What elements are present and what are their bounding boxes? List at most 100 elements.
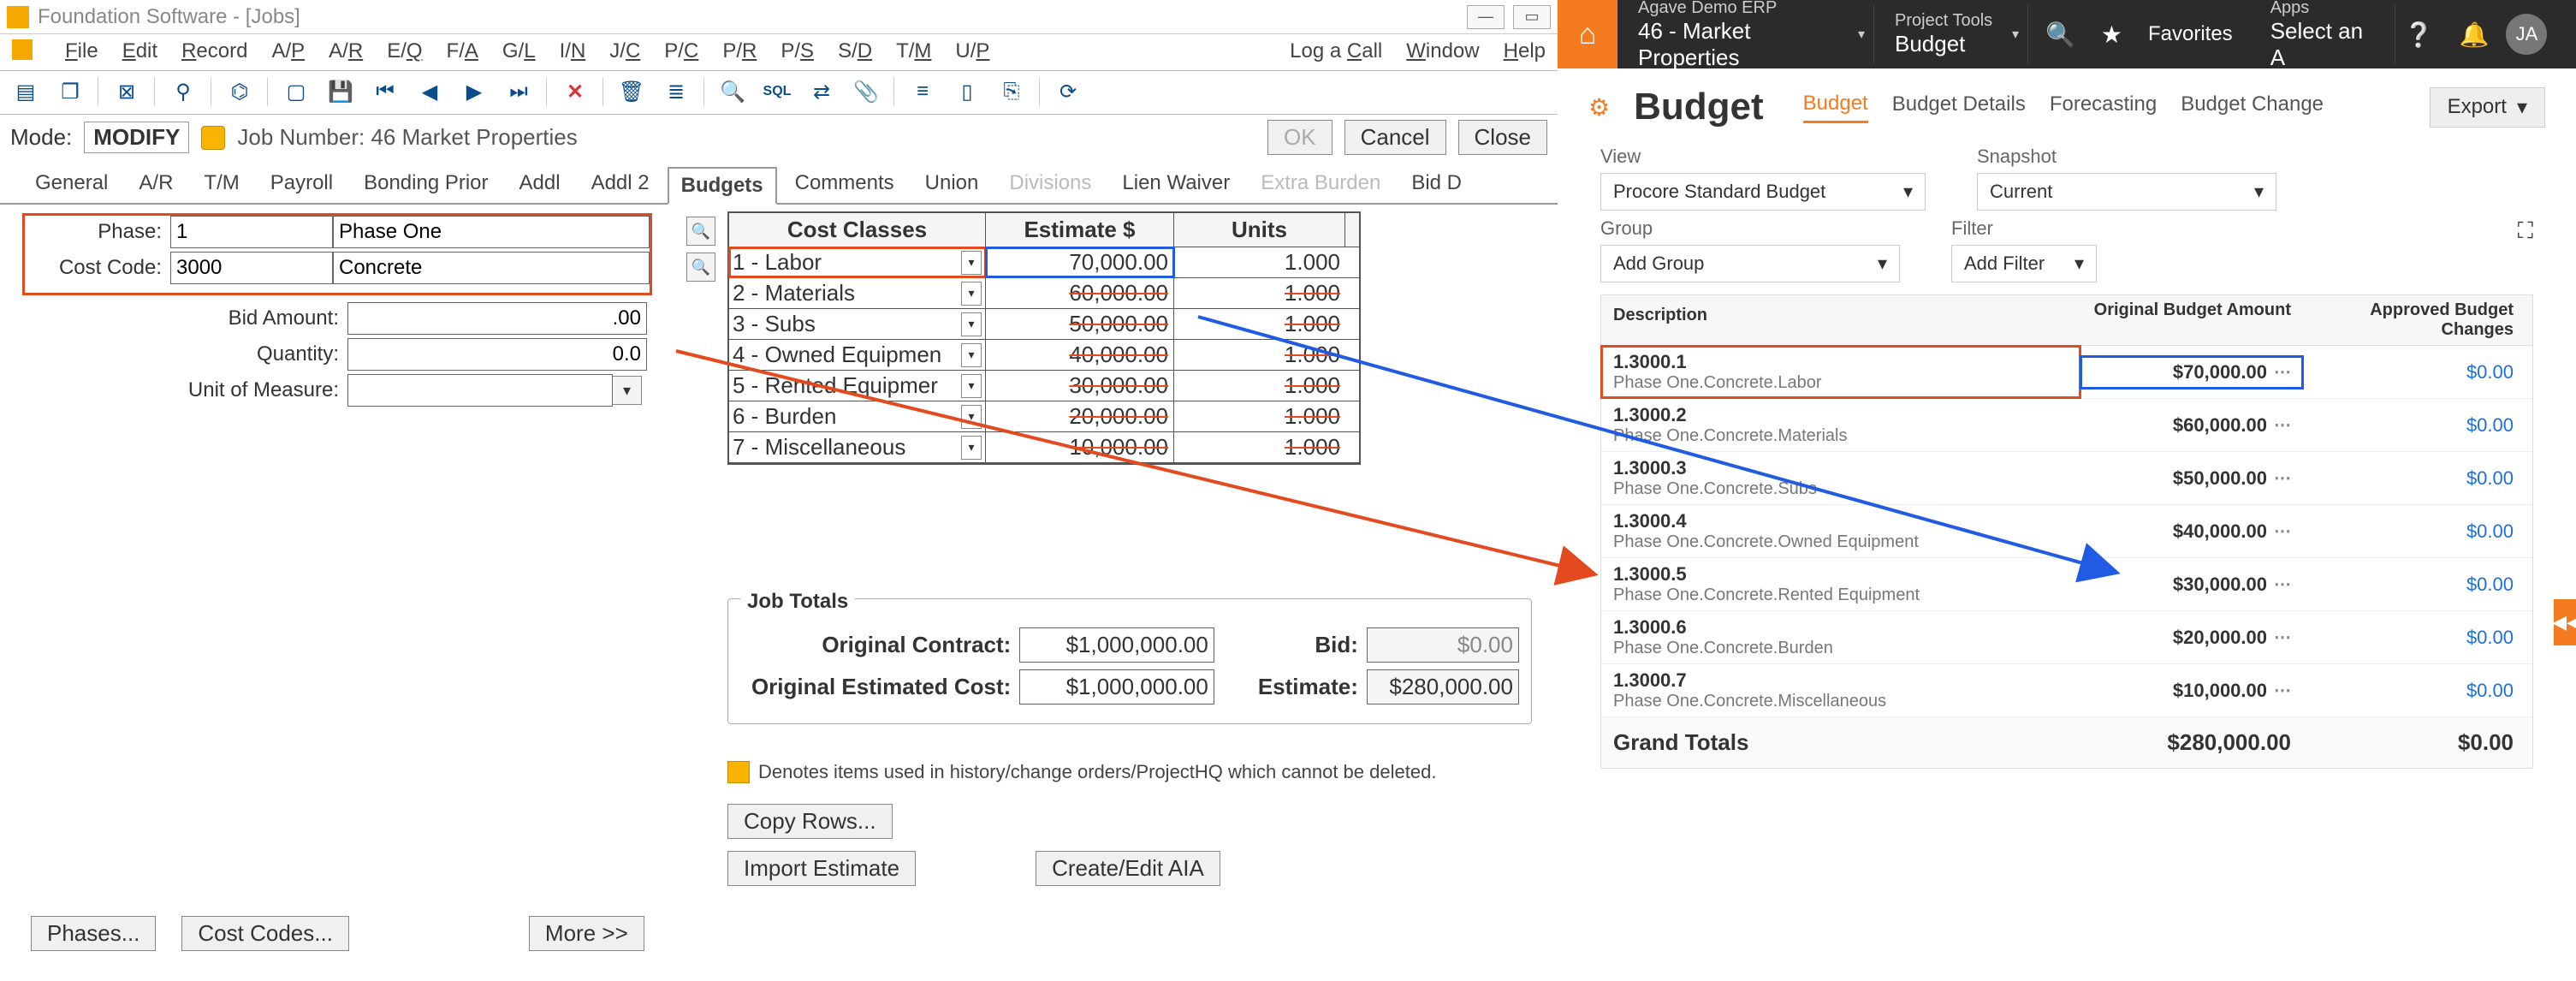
menu-pc[interactable]: P/C xyxy=(664,39,698,63)
budget-change-link[interactable]: $0.00 xyxy=(2466,467,2514,489)
dropdown-icon[interactable]: ▾ xyxy=(961,436,982,460)
cost-class-cell[interactable]: 3 - Subs▾ xyxy=(729,309,986,339)
job-tab-a-r[interactable]: A/R xyxy=(126,165,186,203)
units-cell[interactable]: 1.000 xyxy=(1174,432,1345,462)
units-cell[interactable]: 1.000 xyxy=(1174,340,1345,370)
tree-icon[interactable]: ⌬ xyxy=(223,74,257,109)
job-tab-extra-burden[interactable]: Extra Burden xyxy=(1248,165,1393,203)
find-icon[interactable]: 🔍 xyxy=(715,74,750,109)
estimate-cell[interactable]: 50,000.00 xyxy=(986,309,1174,339)
dropdown-icon[interactable]: ▾ xyxy=(961,251,982,275)
cost-class-cell[interactable]: 1 - Labor▾ xyxy=(729,247,986,277)
book-icon[interactable]: ▤ xyxy=(9,74,43,109)
budget-desc-cell[interactable]: 1.3000.1Phase One.Concrete.Labor xyxy=(1601,346,2080,398)
dropdown-icon[interactable]: ▾ xyxy=(961,405,982,429)
tool-selector[interactable]: Project Tools Budget ▾ xyxy=(1874,5,2028,63)
snapshot-select[interactable]: Current▾ xyxy=(1977,173,2276,211)
create-aia-button[interactable]: Create/Edit AIA xyxy=(1036,851,1220,886)
cost-class-cell[interactable]: 6 - Burden▾ xyxy=(729,401,986,431)
gear-icon[interactable]: ⚙ xyxy=(1588,93,1610,122)
menu-up[interactable]: U/P xyxy=(955,39,989,63)
job-tab-bonding-prior[interactable]: Bonding Prior xyxy=(351,165,501,203)
budget-change-link[interactable]: $0.00 xyxy=(2466,574,2514,595)
costcodes-button[interactable]: Cost Codes... xyxy=(181,916,349,951)
expand-icon[interactable]: ⛶ xyxy=(2518,217,2533,282)
save-icon[interactable]: 💾 xyxy=(323,74,358,109)
menu-tm[interactable]: T/M xyxy=(896,39,931,63)
job-tab-general[interactable]: General xyxy=(22,165,121,203)
list-icon[interactable]: ≣ xyxy=(659,74,693,109)
budget-desc-cell[interactable]: 1.3000.3Phase One.Concrete.Subs xyxy=(1601,452,2080,504)
page-icon[interactable]: ▯ xyxy=(950,74,984,109)
filter-select[interactable]: Add Filter▾ xyxy=(1951,245,2097,282)
first-icon[interactable]: ⏮ xyxy=(368,74,402,109)
budget-amount-cell[interactable]: $30,000.00⋯ xyxy=(2080,568,2303,601)
costname-input[interactable] xyxy=(333,252,650,284)
menu-ap[interactable]: A/P xyxy=(271,39,305,63)
lock-icon[interactable] xyxy=(201,126,225,150)
row-menu-icon[interactable]: ⋯ xyxy=(2274,680,2291,701)
budget-change-link[interactable]: $0.00 xyxy=(2466,414,2514,436)
budget-desc-cell[interactable]: 1.3000.7Phase One.Concrete.Miscellaneous xyxy=(1601,664,2080,716)
job-tab-union[interactable]: Union xyxy=(912,165,992,203)
menu-help[interactable]: Help xyxy=(1504,39,1546,63)
favorites-label[interactable]: Favorites xyxy=(2148,22,2233,46)
help-icon[interactable]: ❔ xyxy=(2404,21,2434,49)
tab-forecasting[interactable]: Forecasting xyxy=(2050,92,2157,122)
bullets-icon[interactable]: ≡ xyxy=(905,74,940,109)
tab-budget[interactable]: Budget xyxy=(1803,92,1868,123)
job-tab-t-m[interactable]: T/M xyxy=(191,165,252,203)
tab-budget-details[interactable]: Budget Details xyxy=(1892,92,2026,122)
budget-amount-cell[interactable]: $10,000.00⋯ xyxy=(2080,675,2303,707)
project-selector[interactable]: Agave Demo ERP 46 - Market Properties ▾ xyxy=(1617,5,1874,63)
row-menu-icon[interactable]: ⋯ xyxy=(2274,574,2291,595)
apps-selector[interactable]: Apps Select an A xyxy=(2250,5,2395,63)
tab-budget-change[interactable]: Budget Change xyxy=(2181,92,2324,122)
cost-row[interactable]: 1 - Labor▾70,000.001.000 xyxy=(729,247,1359,278)
uom-dropdown[interactable]: ▾ xyxy=(613,376,642,405)
refresh-icon[interactable]: ⟳ xyxy=(1051,74,1085,109)
last-icon[interactable]: ⏭ xyxy=(502,74,536,109)
menu-gl[interactable]: G/L xyxy=(502,39,536,63)
job-tab-divisions[interactable]: Divisions xyxy=(996,165,1104,203)
cost-class-cell[interactable]: 7 - Miscellaneous▾ xyxy=(729,432,986,462)
sql-icon[interactable]: SQL xyxy=(760,74,794,109)
estimate-cell[interactable]: 40,000.00 xyxy=(986,340,1174,370)
side-drawer-tab[interactable]: ◀◀ xyxy=(2554,599,2576,645)
units-cell[interactable]: 1.000 xyxy=(1174,371,1345,401)
cost-row[interactable]: 2 - Materials▾60,000.001.000 xyxy=(729,278,1359,309)
costcode-input[interactable] xyxy=(170,252,333,284)
units-cell[interactable]: 1.000 xyxy=(1174,278,1345,308)
cancel-button[interactable]: Cancel xyxy=(1344,120,1446,155)
cost-row[interactable]: 5 - Rented Equipmer▾30,000.001.000 xyxy=(729,371,1359,401)
row-menu-icon[interactable]: ⋯ xyxy=(2274,520,2291,542)
dropdown-icon[interactable]: ▾ xyxy=(961,374,982,398)
menu-jc[interactable]: J/C xyxy=(609,39,640,63)
new-icon[interactable]: ▢ xyxy=(279,74,313,109)
menu-eq[interactable]: E/Q xyxy=(387,39,422,63)
delete-icon[interactable]: ✕ xyxy=(558,74,592,109)
budget-desc-cell[interactable]: 1.3000.4Phase One.Concrete.Owned Equipme… xyxy=(1601,505,2080,557)
cost-class-cell[interactable]: 5 - Rented Equipmer▾ xyxy=(729,371,986,401)
bell-icon[interactable]: 🔔 xyxy=(2460,21,2490,49)
close-button[interactable]: Close xyxy=(1458,120,1547,155)
menu-logacall[interactable]: Log a Call xyxy=(1290,39,1382,63)
estimate-cell[interactable]: 10,000.00 xyxy=(986,432,1174,462)
budget-change-link[interactable]: $0.00 xyxy=(2466,361,2514,383)
cost-class-cell[interactable]: 4 - Owned Equipmen▾ xyxy=(729,340,986,370)
next-icon[interactable]: ▶ xyxy=(457,74,491,109)
cost-row[interactable]: 4 - Owned Equipmen▾40,000.001.000 xyxy=(729,340,1359,371)
uom-input[interactable] xyxy=(347,374,613,407)
trash-icon[interactable]: 🗑 xyxy=(614,74,649,109)
phase-search-button[interactable]: 🔍 xyxy=(686,217,715,246)
restore-button[interactable]: ▭ xyxy=(1513,5,1551,29)
costcode-search-button[interactable]: 🔍 xyxy=(686,253,715,282)
dropdown-icon[interactable]: ▾ xyxy=(961,312,982,336)
menu-ar[interactable]: A/R xyxy=(329,39,363,63)
job-tab-comments[interactable]: Comments xyxy=(782,165,907,203)
copy-rows-button[interactable]: Copy Rows... xyxy=(727,804,893,839)
menu-ps[interactable]: P/S xyxy=(781,39,814,63)
budget-amount-cell[interactable]: $60,000.00⋯ xyxy=(2080,409,2303,442)
menu-window[interactable]: Window xyxy=(1406,39,1479,63)
budget-amount-cell[interactable]: $40,000.00⋯ xyxy=(2080,515,2303,548)
